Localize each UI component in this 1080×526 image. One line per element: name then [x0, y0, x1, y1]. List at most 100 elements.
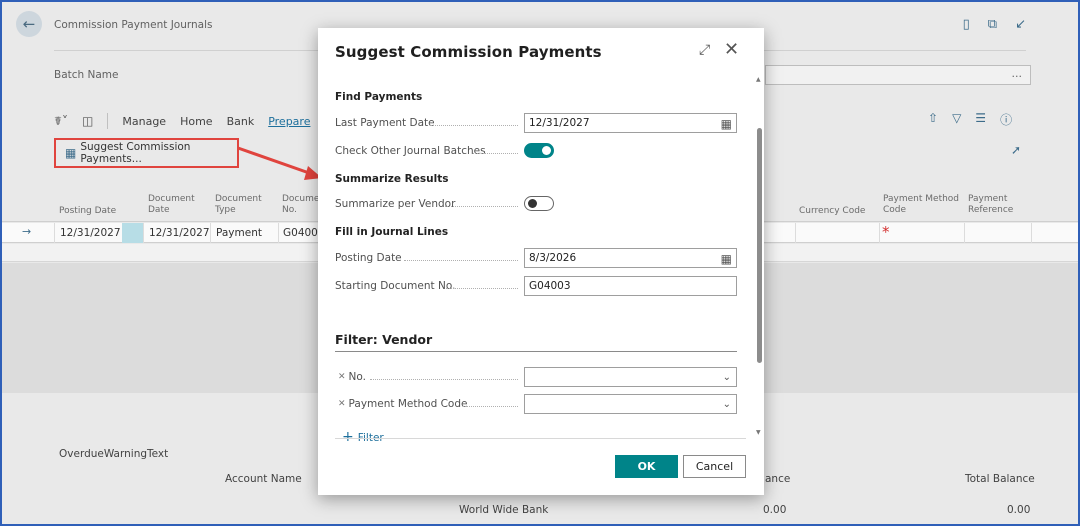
- calendar-icon[interactable]: ▦: [721, 115, 732, 133]
- filter-no-select[interactable]: ⌄: [524, 367, 737, 387]
- filter-icon[interactable]: ▽: [952, 111, 961, 128]
- starting-document-no-value: G04003: [529, 280, 571, 292]
- batch-name-label: Batch Name: [54, 69, 119, 81]
- required-marker: *: [882, 223, 890, 241]
- page-title: Commission Payment Journals: [54, 19, 213, 31]
- divider: [278, 223, 279, 243]
- batch-name-field[interactable]: ...: [765, 65, 1031, 85]
- divider: [795, 223, 796, 243]
- summarize-per-vendor-toggle[interactable]: [524, 196, 554, 211]
- posting-date-label: Posting Date: [335, 252, 402, 264]
- suggest-payments-dialog: Suggest Commission Payments ⤢ ✕ ▲ ▼ Find…: [318, 28, 764, 495]
- account-name-value: World Wide Bank: [459, 504, 549, 516]
- section-fill-journal-lines: Fill in Journal Lines: [335, 226, 449, 238]
- close-icon[interactable]: ✕: [724, 39, 739, 60]
- info-icon[interactable]: ⓘ: [1000, 111, 1012, 128]
- section-find-payments: Find Payments: [335, 91, 423, 103]
- pin-icon[interactable]: ➚: [1011, 143, 1021, 157]
- cell-document-type[interactable]: Payment: [216, 227, 262, 239]
- scroll-up-icon[interactable]: ▲: [756, 76, 761, 83]
- chevron-down-icon: ⌄: [722, 372, 731, 383]
- section-summarize-results: Summarize Results: [335, 173, 449, 185]
- collapse-icon[interactable]: ↙: [1015, 17, 1026, 32]
- check-other-batches-toggle[interactable]: [524, 143, 554, 158]
- expand-icon[interactable]: ⤢: [699, 42, 710, 58]
- action-bank[interactable]: Bank: [227, 115, 255, 128]
- filter-payment-method-label: Payment Method Code: [348, 398, 468, 410]
- ok-button[interactable]: OK: [615, 455, 678, 478]
- posting-date-field[interactable]: 8/3/2026 ▦: [524, 248, 737, 268]
- action-prepare[interactable]: Prepare: [268, 115, 310, 128]
- col-posting-date[interactable]: Posting Date: [59, 206, 116, 217]
- filter-payment-method-row: ✕ Payment Method Code: [338, 398, 467, 410]
- divider: [210, 223, 211, 243]
- action-home[interactable]: Home: [180, 115, 212, 128]
- filter-payment-method-select[interactable]: ⌄: [524, 394, 737, 414]
- balance-label: ance: [765, 473, 791, 485]
- overdue-warning: OverdueWarningText: [59, 448, 169, 460]
- leader-dots: [446, 288, 518, 289]
- total-balance-value: 0.00: [1007, 504, 1031, 516]
- starting-document-no-field[interactable]: G04003: [524, 276, 737, 296]
- leader-dots: [463, 406, 518, 407]
- actions-menu-icon[interactable]: ☤˅: [54, 114, 68, 128]
- divider: [335, 438, 746, 439]
- divider: [964, 223, 965, 243]
- suggest-button-label: Suggest Commission Payments...: [80, 141, 191, 165]
- details-pane-icon[interactable]: ◫: [82, 114, 93, 128]
- scrollbar[interactable]: [757, 128, 762, 363]
- action-bar: ☤˅ ◫ Manage Home Bank Prepare: [54, 113, 324, 129]
- filter-no-row: ✕ No.: [338, 371, 366, 383]
- divider: [879, 223, 880, 243]
- col-document-type[interactable]: Document Type: [215, 194, 265, 216]
- bookmark-icon[interactable]: ▯: [963, 17, 970, 32]
- col-document-date[interactable]: Document Date: [148, 194, 198, 216]
- leader-dots: [370, 379, 518, 380]
- remove-filter-icon[interactable]: ✕: [338, 399, 346, 409]
- col-payment-reference[interactable]: Payment Reference: [968, 194, 1023, 216]
- last-payment-date-label: Last Payment Date: [335, 117, 435, 129]
- add-filter-link[interactable]: + Filter: [342, 429, 384, 445]
- divider: [1031, 223, 1032, 243]
- col-document-no[interactable]: Document No.: [282, 194, 318, 216]
- leader-dots: [445, 206, 518, 207]
- divider: [335, 351, 737, 352]
- calendar-icon[interactable]: ▦: [721, 250, 732, 268]
- back-arrow-icon[interactable]: ←: [16, 11, 42, 37]
- list-tools: ⇧ ▽ ☰ ⓘ: [928, 111, 1012, 128]
- filter-vendor-heading: Filter: Vendor: [335, 332, 433, 347]
- total-balance-label: Total Balance: [965, 473, 1035, 485]
- plus-icon: +: [342, 429, 354, 445]
- divider: [54, 223, 55, 243]
- list-view-icon[interactable]: ☰: [975, 111, 986, 128]
- suggest-commission-payments-button[interactable]: ▦ Suggest Commission Payments...: [54, 138, 239, 168]
- suggest-icon: ▦: [65, 146, 77, 160]
- last-payment-date-value: 12/31/2027: [529, 117, 590, 129]
- summarize-per-vendor-label: Summarize per Vendor: [335, 198, 456, 210]
- divider: [143, 223, 144, 243]
- cancel-button[interactable]: Cancel: [683, 455, 746, 478]
- share-icon[interactable]: ⇧: [928, 111, 938, 128]
- col-currency-code[interactable]: Currency Code: [799, 206, 865, 217]
- account-name-label: Account Name: [225, 473, 302, 485]
- divider: [107, 113, 109, 129]
- callout-arrow-line: [237, 146, 313, 176]
- chevron-down-icon: ⌄: [722, 399, 731, 410]
- filter-no-label: No.: [348, 371, 366, 383]
- remove-filter-icon[interactable]: ✕: [338, 372, 346, 382]
- last-payment-date-field[interactable]: 12/31/2027 ▦: [524, 113, 737, 133]
- page-top-right-icons: ▯ ⧉ ↙: [963, 17, 1026, 32]
- action-manage[interactable]: Manage: [122, 115, 166, 128]
- check-other-batches-label: Check Other Journal Batches: [335, 145, 486, 157]
- leader-dots: [430, 125, 518, 126]
- leader-dots: [404, 260, 518, 261]
- row-pointer-icon: →: [22, 225, 32, 238]
- balance-value: 0.00: [763, 504, 787, 516]
- col-payment-method-code[interactable]: Payment Method Code: [883, 194, 961, 216]
- cell-document-date[interactable]: 12/31/2027: [149, 227, 210, 239]
- open-in-new-window-icon[interactable]: ⧉: [988, 17, 997, 32]
- cell-posting-date[interactable]: 12/31/2027: [60, 227, 121, 239]
- callout-arrow: [237, 146, 322, 180]
- scroll-down-icon[interactable]: ▼: [756, 429, 761, 436]
- selected-cell[interactable]: [122, 223, 143, 243]
